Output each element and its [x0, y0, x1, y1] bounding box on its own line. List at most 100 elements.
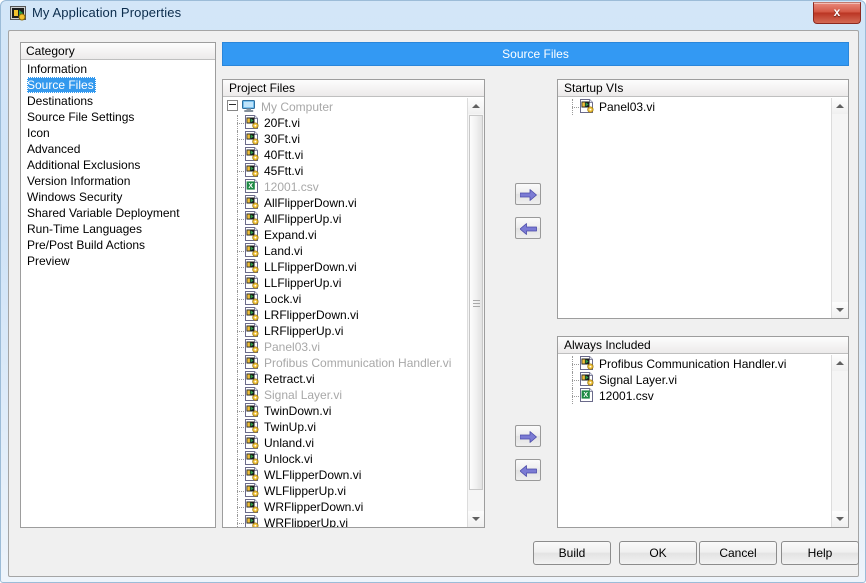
tree-row-label: 45Ftt.vi — [264, 163, 304, 178]
tree-row-label: Unland.vi — [264, 435, 315, 450]
tree-row[interactable]: WRFlipperDown.vi — [223, 498, 468, 515]
tree-row[interactable]: Lock.vi — [223, 290, 468, 307]
tree-guide-line — [232, 322, 244, 339]
scroll-down-arrow-icon[interactable] — [468, 511, 484, 527]
remove-from-startup-button[interactable] — [515, 217, 541, 239]
arrow-right-icon — [520, 431, 537, 443]
tree-guide-line — [232, 210, 244, 227]
tree-row[interactable]: WRFlipperUp.vi — [223, 514, 468, 527]
tree-row[interactable]: WLFlipperDown.vi — [223, 466, 468, 483]
category-list[interactable]: Category Information Source Files Destinat… — [20, 42, 216, 528]
tree-row[interactable]: AllFlipperUp.vi — [223, 210, 468, 227]
category-item-run-time-languages[interactable]: Run-Time Languages — [21, 221, 215, 237]
scroll-up-arrow-icon[interactable] — [832, 355, 848, 371]
tree-row[interactable]: Expand.vi — [223, 226, 468, 243]
arrow-right-icon — [520, 189, 537, 201]
tree-row[interactable]: LLFlipperDown.vi — [223, 258, 468, 275]
category-item-additional-exclusions[interactable]: Additional Exclusions — [21, 157, 215, 173]
category-item-label: Source File Settings — [27, 110, 135, 124]
startup-vis-tree[interactable]: Startup VIs Panel03.vi — [557, 79, 849, 319]
category-item-pre-post-build-actions[interactable]: Pre/Post Build Actions — [21, 237, 215, 253]
category-items: Information Source Files Destinations Sourc… — [21, 61, 215, 527]
vi-icon — [244, 242, 260, 257]
vi-icon — [244, 402, 260, 417]
category-item-destinations[interactable]: Destinations — [21, 93, 215, 109]
page-title: Source Files — [222, 42, 849, 66]
ok-button[interactable]: OK — [619, 541, 697, 565]
tree-row[interactable]: WLFlipperUp.vi — [223, 482, 468, 499]
scrollbar-grip-icon — [473, 299, 480, 307]
tree-row[interactable]: Profibus Communication Handler.vi — [223, 354, 468, 371]
add-to-startup-button[interactable] — [515, 183, 541, 205]
svg-text:X: X — [583, 392, 588, 399]
tree-row[interactable]: Panel03.vi — [223, 338, 468, 355]
tree-row[interactable]: X 12001.csv — [223, 178, 468, 195]
tree-root-row[interactable]: My Computer — [223, 98, 468, 114]
tree-guide-line — [232, 194, 244, 211]
tree-row[interactable]: Retract.vi — [223, 370, 468, 387]
category-item-source-file-settings[interactable]: Source File Settings — [21, 109, 215, 125]
tree-row[interactable]: LRFlipperDown.vi — [223, 306, 468, 323]
category-item-icon[interactable]: Icon — [21, 125, 215, 141]
tree-row[interactable]: Panel03.vi — [558, 98, 832, 115]
close-button[interactable]: x — [813, 2, 861, 24]
arrow-left-icon — [520, 465, 537, 477]
category-item-shared-variable-deployment[interactable]: Shared Variable Deployment — [21, 205, 215, 221]
tree-row[interactable]: 30Ft.vi — [223, 130, 468, 147]
help-button[interactable]: Help — [781, 541, 859, 565]
cancel-button[interactable]: Cancel — [699, 541, 777, 565]
category-item-version-information[interactable]: Version Information — [21, 173, 215, 189]
tree-row[interactable]: AllFlipperDown.vi — [223, 194, 468, 211]
tree-row[interactable]: Signal Layer.vi — [223, 386, 468, 403]
remove-from-included-button[interactable] — [515, 459, 541, 481]
scroll-down-arrow-icon[interactable] — [832, 511, 848, 527]
collapse-expander-icon[interactable] — [227, 100, 238, 112]
tree-row[interactable]: 45Ftt.vi — [223, 162, 468, 179]
tree-row[interactable]: Unland.vi — [223, 434, 468, 451]
tree-row[interactable]: 40Ftt.vi — [223, 146, 468, 163]
tree-row[interactable]: Signal Layer.vi — [558, 371, 832, 388]
tree-guide-line — [232, 354, 244, 371]
startup-vis-scrollbar[interactable] — [831, 98, 848, 318]
tree-row[interactable]: TwinDown.vi — [223, 402, 468, 419]
scroll-up-arrow-icon[interactable] — [468, 98, 484, 114]
tree-guide-line — [232, 482, 244, 499]
tree-row[interactable]: X 12001.csv — [558, 387, 832, 404]
category-item-label: Preview — [27, 254, 70, 268]
build-button[interactable]: Build — [533, 541, 611, 565]
scroll-up-arrow-icon[interactable] — [832, 98, 848, 114]
category-item-preview[interactable]: Preview — [21, 253, 215, 269]
tree-row[interactable]: LRFlipperUp.vi — [223, 322, 468, 339]
tree-row[interactable]: LLFlipperUp.vi — [223, 274, 468, 291]
category-item-windows-security[interactable]: Windows Security — [21, 189, 215, 205]
tree-row[interactable]: Profibus Communication Handler.vi — [558, 355, 832, 372]
tree-row[interactable]: Unlock.vi — [223, 450, 468, 467]
tree-row[interactable]: Land.vi — [223, 242, 468, 259]
category-item-source-files[interactable]: Source Files — [21, 77, 215, 93]
always-included-scrollbar[interactable] — [831, 355, 848, 527]
project-files-scrollbar[interactable] — [467, 98, 484, 527]
scroll-down-arrow-icon[interactable] — [832, 302, 848, 318]
tree-guide-line — [567, 371, 579, 388]
tree-guide-line — [232, 290, 244, 307]
category-item-information[interactable]: Information — [21, 61, 215, 77]
tree-guide-line — [232, 162, 244, 179]
project-files-tree[interactable]: Project Files My Computer 20Ft.vi 30Ft.vi 4… — [222, 79, 485, 528]
category-item-advanced[interactable]: Advanced — [21, 141, 215, 157]
scrollbar-thumb[interactable] — [469, 115, 483, 490]
vi-icon — [244, 146, 260, 161]
tree-row[interactable]: 20Ft.vi — [223, 114, 468, 131]
tree-row-label: TwinUp.vi — [264, 419, 317, 434]
add-to-included-button[interactable] — [515, 425, 541, 447]
tree-row-label: LRFlipperUp.vi — [264, 323, 344, 338]
tree-row-label: 12001.csv — [599, 388, 654, 403]
tree-row[interactable]: TwinUp.vi — [223, 418, 468, 435]
always-included-tree[interactable]: Always Included Profibus Communication H… — [557, 336, 849, 528]
tree-guide-line — [232, 114, 244, 131]
always-included-body: Profibus Communication Handler.vi Signal … — [558, 355, 832, 527]
